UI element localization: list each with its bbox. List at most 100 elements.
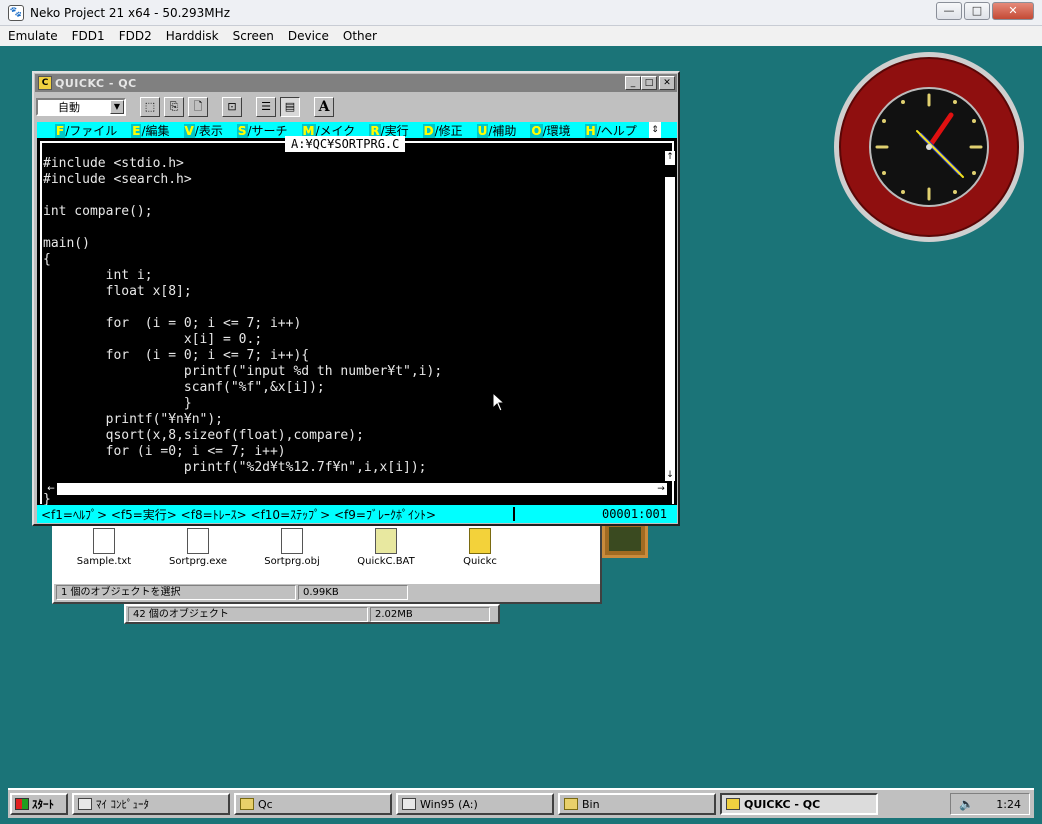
drive-icon <box>402 798 416 810</box>
menu-hotkey: F <box>55 123 66 138</box>
file-sortprg-obj[interactable]: Sortprg.obj <box>256 522 328 586</box>
background-button[interactable]: ▤ <box>280 97 300 117</box>
file-quickc-bat[interactable]: QuickC.BAT <box>350 522 422 586</box>
neko-app-icon[interactable]: 🐾 <box>8 4 24 21</box>
code-line[interactable]: int compare(); <box>43 204 663 220</box>
code-line[interactable]: #include <search.h> <box>43 172 663 188</box>
code-line[interactable]: int i; <box>43 268 663 284</box>
scroll-thumb[interactable] <box>665 165 675 177</box>
maximize-editor-icon[interactable]: ⇕ <box>649 122 661 138</box>
quickc-minimize-button[interactable]: _ <box>625 76 641 90</box>
code-line[interactable]: } <box>43 396 663 412</box>
fullscreen-button[interactable]: ⊡ <box>222 97 242 117</box>
quickc-maximize-button[interactable]: □ <box>641 76 657 90</box>
menu-label: /ヘルプ <box>596 123 637 138</box>
menu-options[interactable]: O/環境 <box>530 122 571 139</box>
menu-debug[interactable]: D/修正 <box>422 122 463 139</box>
task-qc-folder[interactable]: Qc <box>234 793 392 815</box>
menu-help[interactable]: H/ヘルプ <box>584 122 637 139</box>
code-line[interactable]: #include <stdio.h> <box>43 156 663 172</box>
status-object-count: 42 個のオブジェクト <box>128 607 368 622</box>
source-code[interactable]: #include <stdio.h> #include <search.h> in… <box>43 156 663 476</box>
quickc-icon[interactable]: C <box>38 76 52 90</box>
file-sample-txt[interactable]: Sample.txt <box>68 522 140 586</box>
quickc-window[interactable]: C QUICKC - QC _ □ ✕ 自動 ▼ ⬚ ⎘ 🗋 ⊡ ☰ ▤ A F… <box>32 71 680 526</box>
chevron-down-icon[interactable]: ▼ <box>110 100 124 114</box>
explorer2-status-bar: 42 個のオブジェクト 2.02MB <box>124 604 500 624</box>
menu-hotkey: E <box>131 123 142 138</box>
menu-device[interactable]: Device <box>288 29 329 43</box>
code-line[interactable]: float x[8]; <box>43 284 663 300</box>
code-line[interactable] <box>43 300 663 316</box>
file-label: Quickc <box>463 556 497 567</box>
host-window-title: Neko Project 21 x64 - 50.293MHz <box>30 5 230 20</box>
menu-view[interactable]: V/表示 <box>183 122 223 139</box>
scroll-down-icon[interactable]: ↓ <box>665 469 675 481</box>
horizontal-scrollbar[interactable]: ← → <box>45 483 667 495</box>
code-line[interactable]: for (i = 0; i <= 7; i++){ <box>43 348 663 364</box>
code-line[interactable]: printf("¥n¥n"); <box>43 412 663 428</box>
font-size-select[interactable]: 自動 ▼ <box>36 98 126 116</box>
scroll-right-icon[interactable]: → <box>655 483 667 495</box>
start-label: ｽﾀｰﾄ <box>32 798 54 811</box>
code-line[interactable]: for (i = 0; i <= 7; i++) <box>43 316 663 332</box>
menu-fdd1[interactable]: FDD1 <box>72 29 105 43</box>
font-button[interactable]: A <box>314 97 334 117</box>
clock-gadget[interactable] <box>834 52 1024 242</box>
start-button[interactable]: ｽﾀｰﾄ <box>10 793 68 815</box>
menu-fdd2[interactable]: FDD2 <box>119 29 152 43</box>
code-line[interactable]: for (i =0; i <= 7; i++) <box>43 444 663 460</box>
menu-hotkey: D <box>422 123 435 138</box>
menu-file[interactable]: F/ファイル <box>55 122 117 139</box>
code-line[interactable] <box>43 188 663 204</box>
quickc-status-bar: <f1=ﾍﾙﾌﾟ> <f5=実行> <f8=ﾄﾚｰｽ> <f10=ｽﾃｯﾌﾟ> … <box>37 505 677 523</box>
code-line[interactable]: scanf("%f",&x[i]); <box>43 380 663 396</box>
quickc-title-bar[interactable]: C QUICKC - QC _ □ ✕ <box>35 74 677 92</box>
menu-edit[interactable]: E/編集 <box>131 122 170 139</box>
tray-clock[interactable]: 1:24 <box>996 798 1021 811</box>
clock-face <box>869 87 989 207</box>
paste-button[interactable]: 🗋 <box>188 97 208 117</box>
menu-harddisk[interactable]: Harddisk <box>166 29 219 43</box>
task-label: ﾏｲ ｺﾝﾋﾟｭｰﾀ <box>96 798 149 811</box>
task-label: Win95 (A:) <box>420 797 478 811</box>
quickc-close-button[interactable]: ✕ <box>659 76 675 90</box>
menu-emulate[interactable]: Emulate <box>8 29 58 43</box>
maximize-button[interactable]: □ <box>964 2 990 20</box>
folder-icon <box>564 798 578 810</box>
obj-file-icon <box>281 528 303 554</box>
bat-file-icon <box>375 528 397 554</box>
task-quickc[interactable]: QUICKC - QC <box>720 793 878 815</box>
menu-utility[interactable]: U/補助 <box>476 122 516 139</box>
copy-button[interactable]: ⎘ <box>164 97 184 117</box>
status-selection: 1 個のオブジェクトを選択 <box>56 585 296 600</box>
vertical-scrollbar[interactable]: ↑ ↓ <box>665 151 675 481</box>
menu-other[interactable]: Other <box>343 29 377 43</box>
volume-icon[interactable]: 🔈 <box>959 797 974 811</box>
scroll-up-icon[interactable]: ↑ <box>665 151 675 163</box>
host-menu-bar: Emulate FDD1 FDD2 Harddisk Screen Device… <box>0 26 1042 46</box>
menu-screen[interactable]: Screen <box>233 29 274 43</box>
minimize-button[interactable]: — <box>936 2 962 20</box>
file-quickc-shortcut[interactable]: Quickc <box>444 522 516 586</box>
code-line[interactable]: qsort(x,8,sizeof(float),compare); <box>43 428 663 444</box>
cursor-position: 00001:001 <box>513 507 677 521</box>
properties-button[interactable]: ☰ <box>256 97 276 117</box>
code-line[interactable]: { <box>43 252 663 268</box>
file-sortprg-exe[interactable]: Sortprg.exe <box>162 522 234 586</box>
code-line[interactable] <box>43 220 663 236</box>
code-line[interactable]: printf("input %d th number¥t",i); <box>43 364 663 380</box>
task-my-computer[interactable]: ﾏｲ ｺﾝﾋﾟｭｰﾀ <box>72 793 230 815</box>
explorer-window[interactable]: Sample.txt Sortprg.exe Sortprg.obj Quick… <box>52 520 602 604</box>
mark-button[interactable]: ⬚ <box>140 97 160 117</box>
task-label: Bin <box>582 797 600 811</box>
code-line[interactable]: main() <box>43 236 663 252</box>
code-line[interactable]: x[i] = 0.; <box>43 332 663 348</box>
task-bin-folder[interactable]: Bin <box>558 793 716 815</box>
menu-search[interactable]: S/サーチ <box>236 122 288 139</box>
task-win95-drive[interactable]: Win95 (A:) <box>396 793 554 815</box>
close-button[interactable]: ✕ <box>992 2 1034 20</box>
editor-file-tab[interactable]: A:¥QC¥SORTPRG.C <box>285 136 406 152</box>
dos-console[interactable]: F/ファイル E/編集 V/表示 S/サーチ M/メイク R/実行 D/修正 U… <box>37 122 677 523</box>
code-line[interactable]: printf("%2d¥t%12.7f¥n",i,x[i]); <box>43 460 663 476</box>
